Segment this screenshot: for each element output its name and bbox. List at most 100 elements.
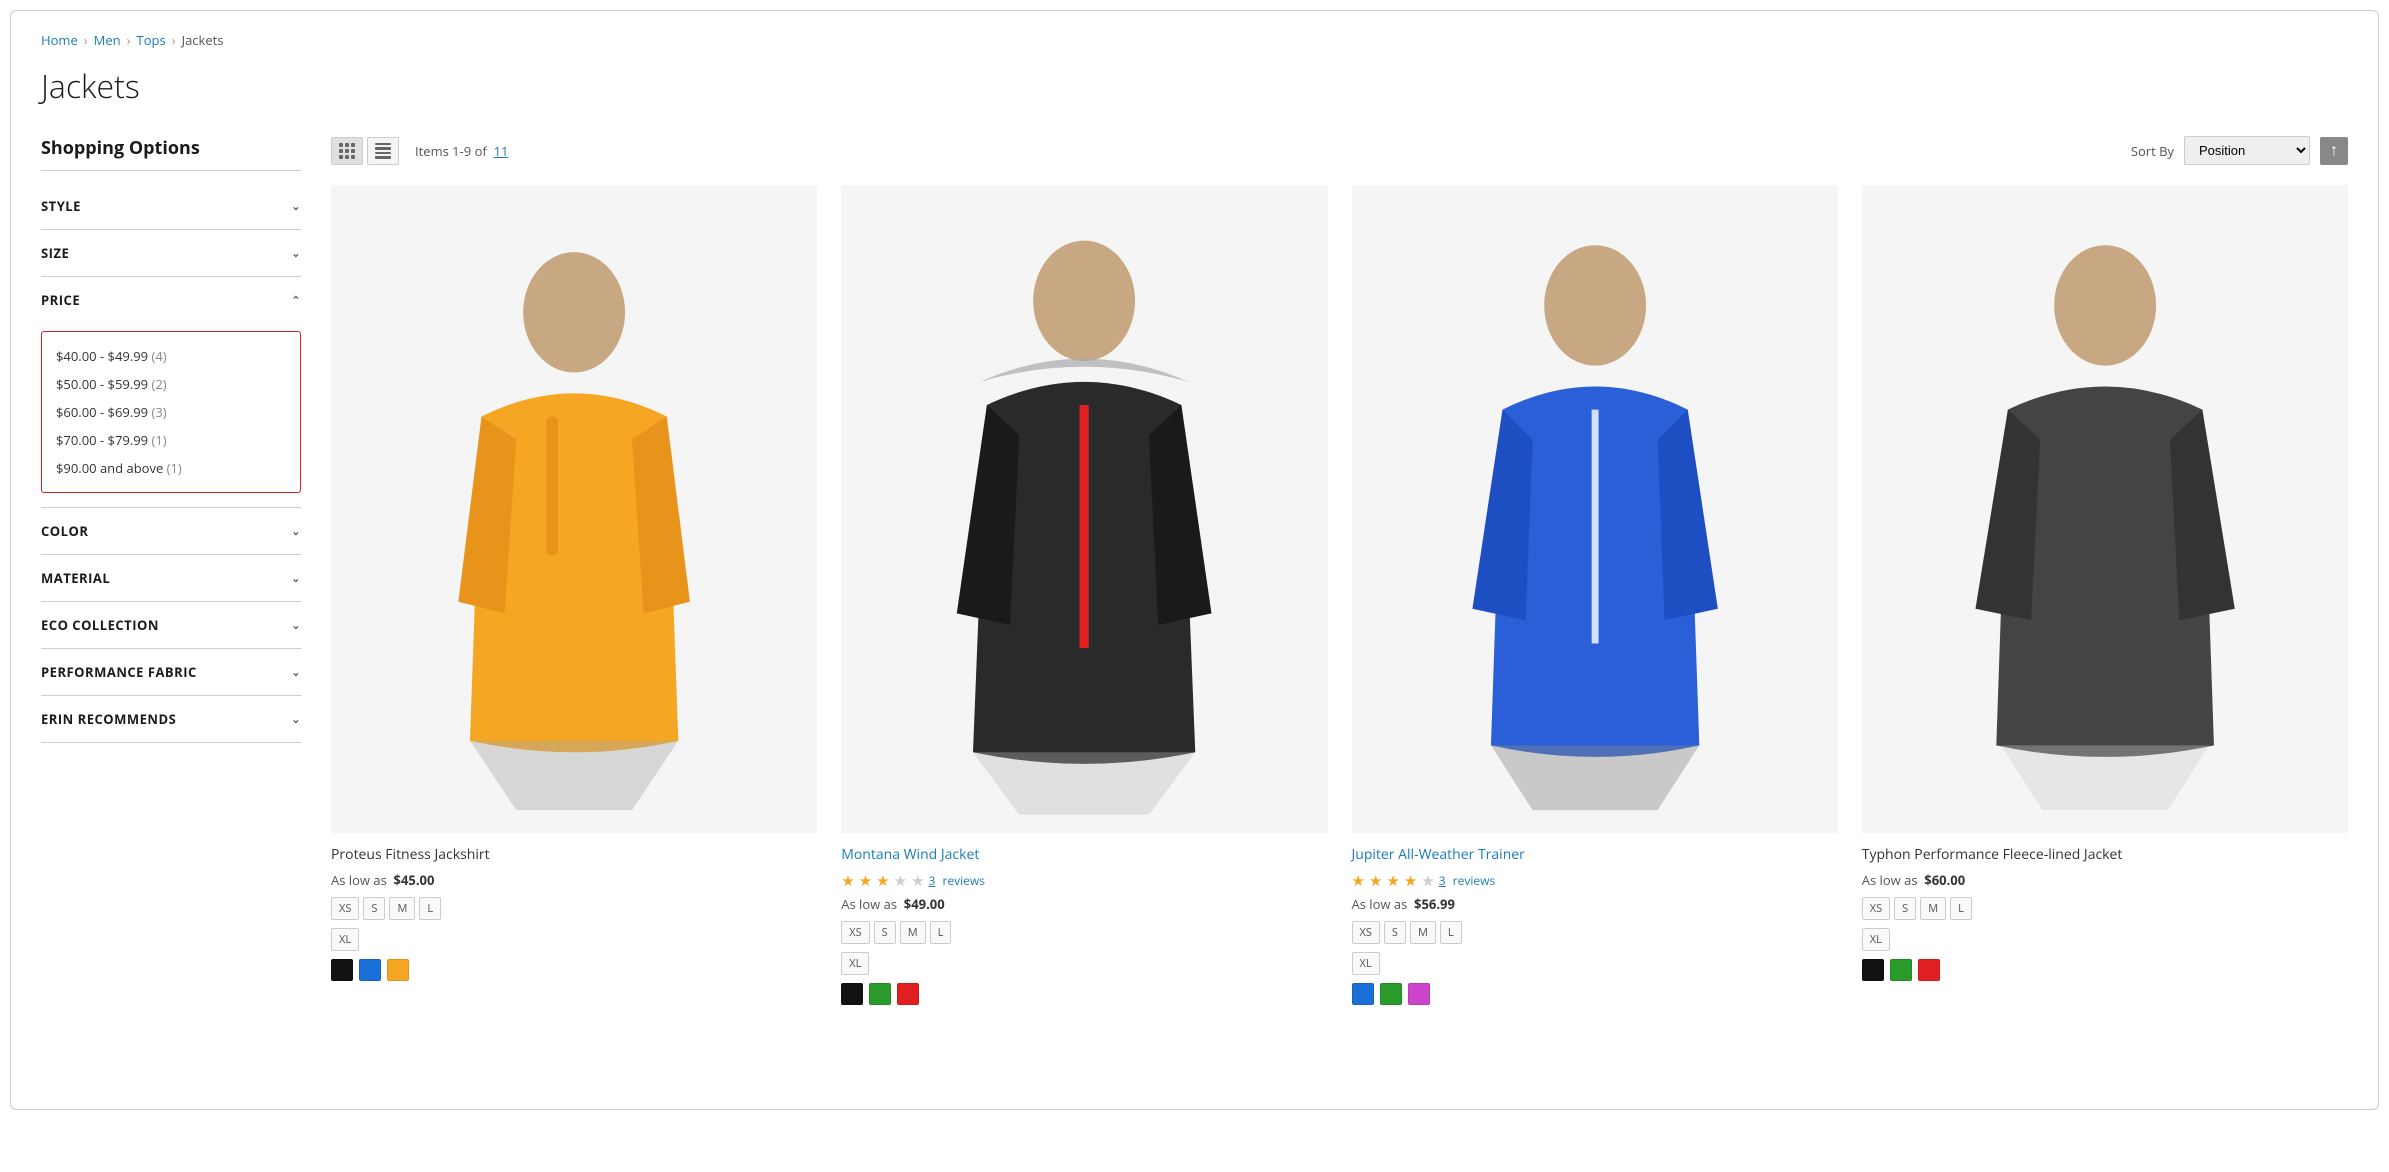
product-card-montana: Montana Wind Jacket ★ ★ ★ ★ ★ 3 reviews … (841, 185, 1327, 1005)
product-name-typhon[interactable]: Typhon Performance Fleece-lined Jacket (1862, 845, 2348, 865)
color-swatch-green[interactable] (1380, 983, 1402, 1005)
color-swatches-proteus (331, 959, 817, 981)
product-image-typhon[interactable] (1862, 185, 2348, 833)
size-swatch-s[interactable]: S (1894, 897, 1916, 920)
size-swatch-xl[interactable]: XL (331, 928, 359, 951)
product-name-jupiter[interactable]: Jupiter All-Weather Trainer (1352, 845, 1838, 865)
color-swatch-blue[interactable] (1352, 983, 1374, 1005)
star-1: ★ (1352, 871, 1365, 891)
filter-section-price: PRICE ⌃ $40.00 - $49.99 (4) $50.00 - $59… (41, 277, 301, 508)
product-name-montana[interactable]: Montana Wind Jacket (841, 845, 1327, 865)
size-swatch-m[interactable]: M (900, 921, 926, 944)
size-swatch-l[interactable]: L (419, 897, 441, 920)
filter-header-eco[interactable]: ECO COLLECTION ⌄ (41, 602, 301, 648)
size-swatches-montana-2: XL (841, 952, 1327, 975)
size-swatch-s[interactable]: S (1384, 921, 1406, 944)
color-swatch-orange[interactable] (387, 959, 409, 981)
size-swatch-s[interactable]: S (363, 897, 385, 920)
size-swatch-xs[interactable]: XS (331, 897, 359, 920)
chevron-up-icon: ⌃ (291, 293, 301, 308)
sort-direction-button[interactable]: ↑ (2320, 137, 2348, 165)
price-option-5[interactable]: $90.00 and above (1) (56, 454, 286, 482)
price-count-3: (3) (151, 403, 166, 421)
size-swatch-xl[interactable]: XL (1862, 928, 1890, 951)
breadcrumb-tops[interactable]: Tops (137, 31, 166, 49)
reviews-link-jupiter[interactable]: 3 (1439, 872, 1446, 889)
filter-header-style[interactable]: STYLE ⌄ (41, 183, 301, 229)
size-swatches-typhon: XS S M L (1862, 897, 2348, 920)
size-swatch-m[interactable]: M (1920, 897, 1946, 920)
filter-header-price[interactable]: PRICE ⌃ (41, 277, 301, 323)
size-swatch-l[interactable]: L (1440, 921, 1462, 944)
size-swatches-proteus-2: XL (331, 928, 817, 951)
filter-section-erin: ERIN RECOMMENDS ⌄ (41, 696, 301, 743)
size-swatch-xs[interactable]: XS (1862, 897, 1890, 920)
color-swatch-purple[interactable] (1408, 983, 1430, 1005)
list-view-button[interactable] (367, 137, 399, 165)
size-swatch-l[interactable]: L (930, 921, 952, 944)
color-swatch-green[interactable] (869, 983, 891, 1005)
chevron-down-icon: ⌄ (291, 712, 301, 727)
price-option-2[interactable]: $50.00 - $59.99 (2) (56, 370, 286, 398)
main-layout: Shopping Options STYLE ⌄ SIZE ⌄ PRICE (41, 136, 2348, 1005)
color-swatch-blue[interactable] (359, 959, 381, 981)
color-swatch-black[interactable] (331, 959, 353, 981)
price-info-jupiter: As low as $56.99 (1352, 895, 1838, 913)
color-swatch-black[interactable] (1862, 959, 1884, 981)
price-option-4[interactable]: $70.00 - $79.99 (1) (56, 426, 286, 454)
reviews-link-montana[interactable]: 3 (929, 872, 936, 889)
price-filter-box: $40.00 - $49.99 (4) $50.00 - $59.99 (2) … (41, 331, 301, 493)
product-image-proteus[interactable] (331, 185, 817, 833)
product-image-montana[interactable] (841, 185, 1327, 833)
size-swatches-jupiter: XS S M L (1352, 921, 1838, 944)
price-option-3[interactable]: $60.00 - $69.99 (3) (56, 398, 286, 426)
items-total-link[interactable]: 11 (494, 142, 509, 160)
size-swatch-m[interactable]: M (389, 897, 415, 920)
filter-header-material[interactable]: MATERIAL ⌄ (41, 555, 301, 601)
sort-label: Sort By (2131, 142, 2174, 160)
color-swatches-typhon (1862, 959, 2348, 981)
price-option-1[interactable]: $40.00 - $49.99 (4) (56, 342, 286, 370)
color-swatch-red[interactable] (897, 983, 919, 1005)
list-icon (375, 143, 391, 159)
star-3: ★ (1386, 871, 1399, 891)
filter-header-size[interactable]: SIZE ⌄ (41, 230, 301, 276)
size-swatch-xs[interactable]: XS (1352, 921, 1380, 944)
stars-montana: ★ ★ ★ ★ ★ 3 reviews (841, 871, 1327, 891)
chevron-down-icon: ⌄ (291, 199, 301, 214)
color-swatch-green[interactable] (1890, 959, 1912, 981)
filter-header-erin[interactable]: ERIN RECOMMENDS ⌄ (41, 696, 301, 742)
breadcrumb-home[interactable]: Home (41, 31, 78, 49)
filter-header-performance[interactable]: PERFORMANCE FABRIC ⌄ (41, 649, 301, 695)
size-swatch-xs[interactable]: XS (841, 921, 869, 944)
chevron-down-icon: ⌄ (291, 665, 301, 680)
color-swatch-red[interactable] (1918, 959, 1940, 981)
stars-jupiter: ★ ★ ★ ★ ★ 3 reviews (1352, 871, 1838, 891)
filter-section-size: SIZE ⌄ (41, 230, 301, 277)
size-swatch-l[interactable]: L (1950, 897, 1972, 920)
view-controls (331, 137, 399, 165)
star-3: ★ (876, 871, 889, 891)
size-swatch-m[interactable]: M (1410, 921, 1436, 944)
breadcrumb-men[interactable]: Men (94, 31, 121, 49)
filter-section-color: COLOR ⌄ (41, 508, 301, 555)
items-count: Items 1-9 of 11 (415, 142, 2131, 160)
size-swatches-typhon-2: XL (1862, 928, 2348, 951)
color-swatch-black[interactable] (841, 983, 863, 1005)
sort-select[interactable]: Position Product Name Price (2184, 136, 2310, 165)
star-4: ★ (894, 871, 907, 891)
reviews-text-jupiter: reviews (1450, 872, 1496, 889)
price-count-1: (4) (151, 347, 166, 365)
breadcrumb-sep-3: › (172, 31, 176, 49)
breadcrumb-current: Jackets (182, 31, 224, 49)
breadcrumb-sep-2: › (127, 31, 131, 49)
product-name-proteus[interactable]: Proteus Fitness Jackshirt (331, 845, 817, 865)
reviews-text-montana: reviews (939, 872, 985, 889)
size-swatch-xl[interactable]: XL (1352, 952, 1380, 975)
filter-label-performance: PERFORMANCE FABRIC (41, 663, 197, 681)
grid-view-button[interactable] (331, 137, 363, 165)
product-image-jupiter[interactable] (1352, 185, 1838, 833)
filter-header-color[interactable]: COLOR ⌄ (41, 508, 301, 554)
size-swatch-xl[interactable]: XL (841, 952, 869, 975)
size-swatch-s[interactable]: S (874, 921, 896, 944)
